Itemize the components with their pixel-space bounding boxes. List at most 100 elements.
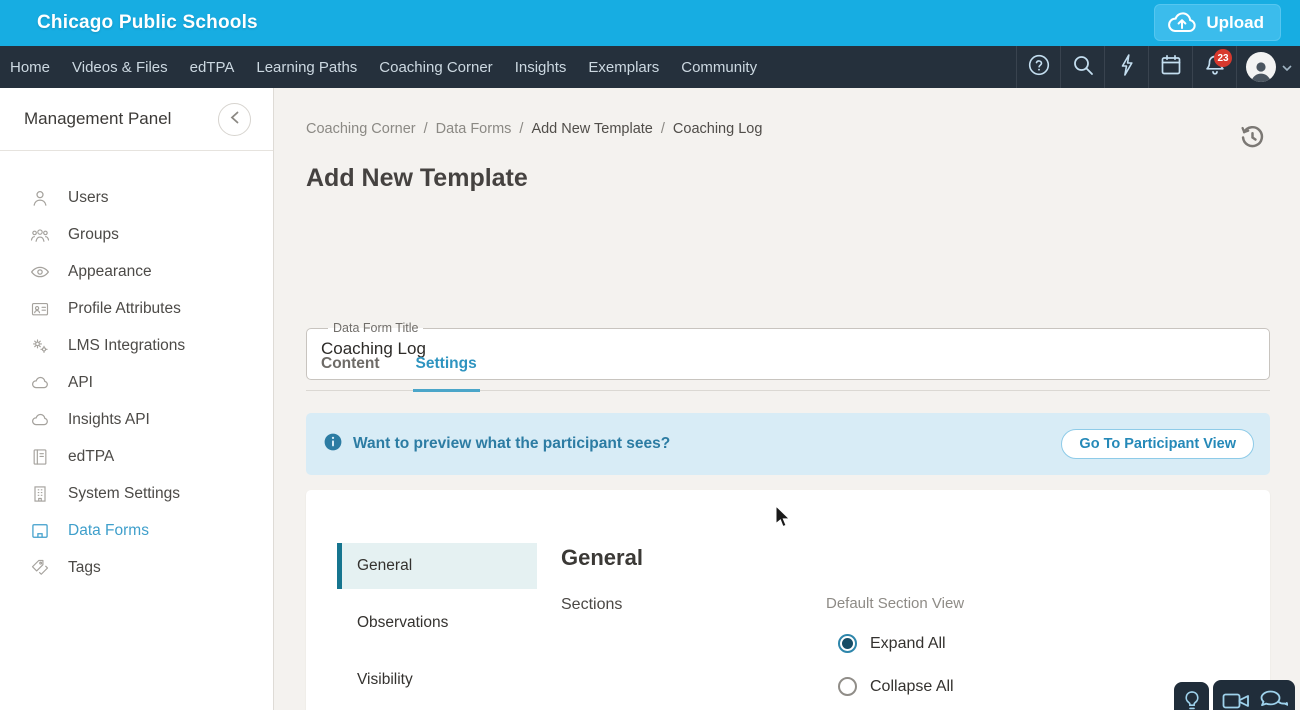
- sidebar-item-api[interactable]: API: [0, 364, 273, 401]
- breadcrumb-separator: /: [423, 121, 428, 137]
- page-title: Add New Template: [306, 164, 528, 192]
- tags-icon: [30, 558, 50, 578]
- tab-content[interactable]: Content: [318, 355, 383, 390]
- sidebar-item-groups[interactable]: Groups: [0, 216, 273, 253]
- settings-menu-observations[interactable]: Observations: [337, 600, 537, 646]
- sidebar-item-label: Profile Attributes: [68, 299, 181, 317]
- profile-menu-button[interactable]: [1236, 46, 1300, 88]
- radio-label: Expand All: [870, 634, 946, 652]
- id-card-icon: [30, 299, 50, 319]
- breadcrumb-coaching-corner[interactable]: Coaching Corner: [306, 121, 416, 137]
- sections-label: Sections: [561, 596, 623, 613]
- topbar: Chicago Public Schools Upload: [0, 0, 1300, 46]
- breadcrumb-add-new-template[interactable]: Add New Template: [531, 121, 652, 137]
- nav-item-exemplars[interactable]: Exemplars: [577, 59, 670, 76]
- sidebar-item-lms-integrations[interactable]: LMS Integrations: [0, 327, 273, 364]
- help-button[interactable]: [1016, 46, 1060, 88]
- section-title: General: [561, 545, 643, 570]
- notifications-button[interactable]: 23: [1192, 46, 1236, 88]
- media-chat-button[interactable]: [1213, 680, 1295, 710]
- radio-unselected-icon: [838, 677, 857, 696]
- help-tips-button[interactable]: [1174, 682, 1209, 710]
- avatar: [1245, 52, 1276, 82]
- user-icon: [30, 188, 50, 208]
- breadcrumb-coaching-log[interactable]: Coaching Log: [673, 121, 763, 137]
- settings-menu: General Observations Visibility: [337, 543, 537, 710]
- sidebar-item-label: Appearance: [68, 262, 152, 280]
- history-icon: [1239, 125, 1266, 154]
- cloud-icon: [30, 410, 50, 430]
- nav-item-learning-paths[interactable]: Learning Paths: [245, 59, 368, 76]
- search-button[interactable]: [1060, 46, 1104, 88]
- breadcrumb: Coaching Corner / Data Forms / Add New T…: [306, 121, 762, 137]
- radio-collapse-all[interactable]: Collapse All: [838, 677, 954, 696]
- upload-cloud-icon: [1167, 11, 1197, 34]
- nav-item-coaching-corner[interactable]: Coaching Corner: [368, 59, 503, 76]
- lightning-icon: [1116, 53, 1138, 82]
- management-sidebar: Management Panel Users Groups Appearance…: [0, 88, 274, 710]
- settings-menu-general[interactable]: General: [337, 543, 537, 589]
- radio-selected-icon: [838, 634, 857, 653]
- sidebar-item-appearance[interactable]: Appearance: [0, 253, 273, 290]
- radio-label: Collapse All: [870, 677, 954, 695]
- settings-menu-label: General: [357, 557, 413, 574]
- chevron-left-icon: [230, 111, 239, 127]
- app: Chicago Public Schools Upload Home Video…: [0, 0, 1300, 710]
- sidebar-item-edtpa[interactable]: edTPA: [0, 438, 273, 475]
- nav-item-edtpa[interactable]: edTPA: [179, 59, 246, 76]
- default-section-view-label: Default Section View: [826, 595, 965, 612]
- sidebar-item-system-settings[interactable]: System Settings: [0, 475, 273, 512]
- sidebar-item-profile-attributes[interactable]: Profile Attributes: [0, 290, 273, 327]
- sidebar-item-insights-api[interactable]: Insights API: [0, 401, 273, 438]
- go-to-participant-view-button[interactable]: Go To Participant View: [1061, 429, 1254, 459]
- data-form-title-label: Data Form Title: [333, 321, 419, 335]
- sidebar-item-label: System Settings: [68, 484, 180, 502]
- nav-item-home[interactable]: Home: [0, 59, 61, 76]
- lightbulb-icon: [1181, 688, 1203, 710]
- sidebar-title: Management Panel: [24, 109, 172, 128]
- sidebar-menu: Users Groups Appearance Profile Attribut…: [0, 179, 273, 586]
- sidebar-item-label: Data Forms: [68, 521, 149, 539]
- breadcrumb-separator: /: [519, 121, 524, 137]
- sidebar-header: Management Panel: [0, 88, 273, 151]
- settings-menu-label: Visibility: [357, 671, 413, 688]
- main-content: Coaching Corner / Data Forms / Add New T…: [275, 88, 1300, 710]
- preview-banner: Want to preview what the participant see…: [306, 413, 1270, 475]
- sidebar-item-tags[interactable]: Tags: [0, 549, 273, 586]
- sidebar-item-label: Groups: [68, 225, 119, 243]
- search-icon: [1071, 53, 1095, 82]
- sidebar-item-label: API: [68, 373, 93, 391]
- form-window-icon: [30, 521, 50, 541]
- sidebar-item-users[interactable]: Users: [0, 179, 273, 216]
- nav-item-insights[interactable]: Insights: [504, 59, 578, 76]
- tab-settings[interactable]: Settings: [412, 355, 480, 392]
- collapse-sidebar-button[interactable]: [218, 102, 251, 136]
- settings-menu-label: Observations: [357, 614, 449, 631]
- radio-expand-all[interactable]: Expand All: [838, 634, 946, 653]
- banner-text: Want to preview what the participant see…: [353, 435, 671, 452]
- sidebar-item-label: Tags: [68, 558, 101, 576]
- activity-button[interactable]: [1104, 46, 1148, 88]
- brand-title: Chicago Public Schools: [37, 12, 258, 33]
- sidebar-item-data-forms[interactable]: Data Forms: [0, 512, 273, 549]
- breadcrumb-data-forms[interactable]: Data Forms: [436, 121, 512, 137]
- nav-item-community[interactable]: Community: [670, 59, 768, 76]
- video-camera-icon: [1221, 689, 1251, 710]
- help-icon: [1027, 53, 1051, 82]
- upload-button[interactable]: Upload: [1154, 4, 1281, 41]
- cloud-icon: [30, 373, 50, 393]
- settings-menu-visibility[interactable]: Visibility: [337, 657, 537, 703]
- calendar-button[interactable]: [1148, 46, 1192, 88]
- main-navigation: Home Videos & Files edTPA Learning Paths…: [0, 46, 1300, 88]
- sidebar-item-label: LMS Integrations: [68, 336, 186, 354]
- nav-item-videos-files[interactable]: Videos & Files: [61, 59, 179, 76]
- book-icon: [30, 447, 50, 467]
- sidebar-item-label: Users: [68, 188, 109, 206]
- form-tabs: Content Settings: [306, 355, 1270, 392]
- nav-icon-bar: 23: [1016, 46, 1300, 88]
- notification-badge: 23: [1214, 49, 1232, 67]
- sidebar-item-label: Insights API: [68, 410, 150, 428]
- sidebar-item-label: edTPA: [68, 447, 115, 465]
- version-history-button[interactable]: [1238, 124, 1266, 152]
- building-icon: [30, 484, 50, 504]
